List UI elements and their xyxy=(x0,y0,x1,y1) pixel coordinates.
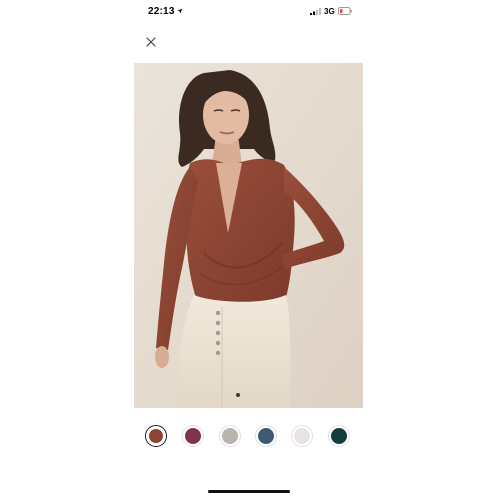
battery-low-icon xyxy=(338,7,352,15)
status-time: 22:13 xyxy=(148,6,175,17)
location-arrow-icon xyxy=(177,8,183,14)
color-swatch-fill xyxy=(222,428,238,444)
close-icon xyxy=(146,37,156,47)
color-swatch-fill xyxy=(258,428,274,444)
product-detail-screen: 22:13 3G xyxy=(0,0,499,499)
color-swatch[interactable] xyxy=(182,425,204,447)
cellular-signal-icon xyxy=(310,8,321,15)
status-bar: 22:13 3G xyxy=(0,0,499,26)
color-swatch-fill xyxy=(331,428,347,444)
color-swatch[interactable] xyxy=(145,425,167,447)
color-swatch[interactable] xyxy=(219,425,241,447)
color-swatch-fill xyxy=(148,428,163,443)
color-swatch[interactable] xyxy=(255,425,277,447)
close-button[interactable] xyxy=(143,34,159,50)
color-swatch[interactable] xyxy=(328,425,350,447)
color-swatch-fill xyxy=(185,428,201,444)
color-swatch-fill xyxy=(294,428,310,444)
color-swatches xyxy=(0,425,499,451)
product-photo[interactable] xyxy=(134,63,363,408)
network-type: 3G xyxy=(324,7,335,16)
home-indicator[interactable] xyxy=(208,490,290,493)
color-swatch[interactable] xyxy=(291,425,313,447)
model-photo-illustration xyxy=(134,63,363,408)
